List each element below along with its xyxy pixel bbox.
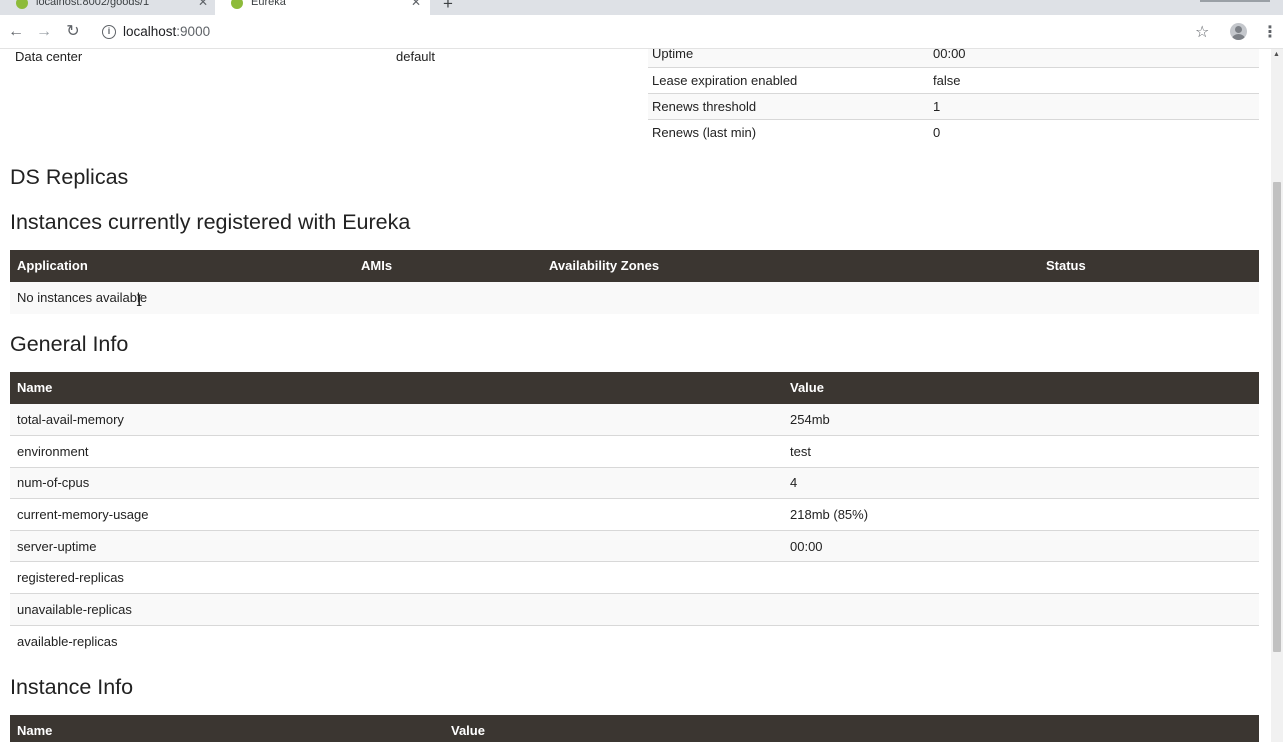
info-name: total-avail-memory bbox=[10, 404, 783, 436]
address-bar[interactable]: localhost:9000 bbox=[123, 24, 210, 39]
browser-tab-eureka[interactable]: Eureka ✕ bbox=[215, 0, 430, 15]
url-host: localhost bbox=[123, 24, 177, 39]
table-row: server-uptime 00:00 bbox=[10, 529, 1259, 562]
info-name: available-replicas bbox=[10, 624, 783, 657]
info-name: unavailable-replicas bbox=[10, 593, 783, 626]
instances-heading: Instances currently registered with Eure… bbox=[10, 210, 411, 234]
browser-tab-strip: localhost:8002/goods/1 ✕ Eureka ✕ + bbox=[0, 0, 1283, 15]
no-instances-row: No instances available bbox=[10, 282, 1259, 314]
table-row: available-replicas bbox=[10, 624, 1259, 657]
status-table: Uptime 00:00 Lease expiration enabled fa… bbox=[648, 49, 1259, 145]
close-tab-icon[interactable]: ✕ bbox=[198, 0, 208, 11]
data-center-label: Data center bbox=[15, 49, 83, 64]
col-application: Application bbox=[17, 258, 88, 273]
status-name: Renews (last min) bbox=[648, 118, 929, 145]
col-availability-zones: Availability Zones bbox=[549, 258, 660, 273]
status-value: false bbox=[929, 66, 1259, 93]
instance-info-table-header: Name Value bbox=[10, 715, 1259, 742]
col-amis: AMIs bbox=[361, 258, 393, 273]
col-name: Name bbox=[17, 723, 53, 738]
info-value: 218mb (85%) bbox=[783, 498, 1259, 531]
info-name: num-of-cpus bbox=[10, 466, 783, 499]
info-value: 254mb bbox=[783, 404, 1259, 436]
status-value: 00:00 bbox=[929, 49, 1259, 67]
table-row: environment test bbox=[10, 435, 1259, 468]
text-cursor-icon: I bbox=[136, 291, 143, 310]
scrollbar-thumb[interactable] bbox=[1273, 182, 1281, 652]
vertical-scrollbar[interactable]: ▲ bbox=[1271, 49, 1283, 742]
table-row: Renews threshold 1 bbox=[648, 92, 1259, 119]
info-value bbox=[783, 561, 1259, 594]
table-row: Uptime 00:00 bbox=[648, 49, 1259, 67]
general-info-heading: General Info bbox=[10, 332, 129, 356]
new-tab-plus-icon[interactable]: + bbox=[443, 0, 453, 14]
info-value bbox=[783, 593, 1259, 626]
table-row: Renews (last min) 0 bbox=[648, 118, 1259, 145]
scroll-up-arrow-icon[interactable]: ▲ bbox=[1273, 51, 1280, 58]
status-name: Renews threshold bbox=[648, 92, 929, 119]
table-row: Lease expiration enabled false bbox=[648, 66, 1259, 93]
close-tab-icon[interactable]: ✕ bbox=[411, 0, 421, 11]
page-viewport: Data center default Uptime 00:00 Lease e… bbox=[0, 49, 1283, 742]
window-control-bar bbox=[1200, 0, 1270, 2]
tab-title: localhost:8002/goods/1 bbox=[36, 0, 150, 8]
instance-info-heading: Instance Info bbox=[10, 675, 134, 699]
spring-leaf-icon bbox=[231, 0, 243, 9]
profile-avatar-icon[interactable] bbox=[1230, 23, 1247, 40]
tab-title: Eureka bbox=[251, 0, 286, 8]
table-row: total-avail-memory 254mb bbox=[10, 404, 1259, 436]
info-name: registered-replicas bbox=[10, 561, 783, 594]
col-status: Status bbox=[1046, 258, 1086, 273]
general-info-table-header: Name Value bbox=[10, 372, 1259, 404]
browser-toolbar: ← → ↻ i localhost:9000 ☆ ⋮ bbox=[0, 15, 1283, 49]
data-center-value: default bbox=[396, 49, 436, 64]
status-value: 0 bbox=[929, 118, 1259, 145]
info-value: 00:00 bbox=[783, 529, 1259, 562]
col-value: Value bbox=[451, 723, 485, 738]
table-row: current-memory-usage 218mb (85%) bbox=[10, 498, 1259, 531]
table-row: num-of-cpus 4 bbox=[10, 466, 1259, 499]
info-value: test bbox=[783, 435, 1259, 468]
general-info-table: total-avail-memory 254mb environment tes… bbox=[10, 404, 1259, 657]
url-port: :9000 bbox=[176, 24, 211, 39]
info-name: environment bbox=[10, 435, 783, 468]
ds-replicas-heading: DS Replicas bbox=[10, 165, 129, 189]
site-info-icon[interactable]: i bbox=[102, 25, 116, 39]
back-arrow-icon[interactable]: ← bbox=[6, 22, 26, 42]
status-value: 1 bbox=[929, 92, 1259, 119]
table-row: unavailable-replicas bbox=[10, 593, 1259, 626]
browser-tab-goods[interactable]: localhost:8002/goods/1 ✕ bbox=[0, 0, 215, 15]
status-name: Uptime bbox=[648, 49, 929, 67]
info-value bbox=[783, 624, 1259, 657]
col-value: Value bbox=[790, 380, 824, 395]
info-value: 4 bbox=[783, 466, 1259, 499]
info-name: server-uptime bbox=[10, 529, 783, 562]
instances-table-header: Application AMIs Availability Zones Stat… bbox=[10, 250, 1259, 282]
kebab-menu-icon[interactable]: ⋮ bbox=[1262, 22, 1278, 42]
table-row: registered-replicas bbox=[10, 561, 1259, 594]
forward-arrow-icon[interactable]: → bbox=[34, 22, 54, 42]
col-name: Name bbox=[17, 380, 53, 395]
spring-leaf-icon bbox=[16, 0, 28, 9]
bookmark-star-icon[interactable]: ☆ bbox=[1195, 22, 1209, 42]
status-name: Lease expiration enabled bbox=[648, 66, 929, 93]
info-name: current-memory-usage bbox=[10, 498, 783, 531]
reload-icon[interactable]: ↻ bbox=[63, 22, 83, 42]
